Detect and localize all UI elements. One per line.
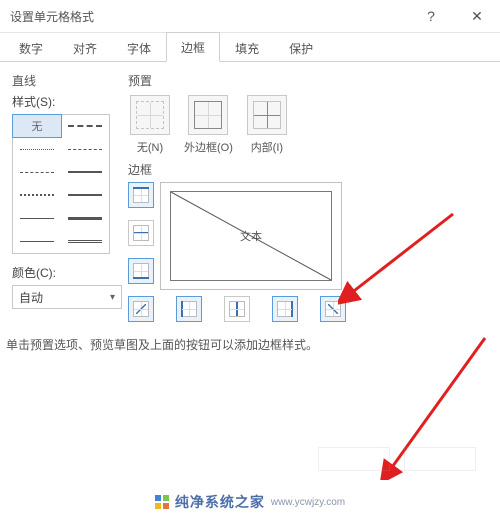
preset-inside-button[interactable] <box>247 95 287 135</box>
border-left-button[interactable] <box>176 296 202 322</box>
dialog-footer-buttons <box>318 447 476 471</box>
tab-protection[interactable]: 保护 <box>274 33 328 62</box>
line-style-solid[interactable] <box>13 230 61 252</box>
line-style-double[interactable] <box>61 230 109 252</box>
line-style-solid-med[interactable] <box>61 161 109 183</box>
tab-alignment[interactable]: 对齐 <box>58 33 112 62</box>
border-preview: 文本 <box>160 182 342 290</box>
line-style-none[interactable]: 无 <box>13 115 61 137</box>
border-diag-down-button[interactable] <box>320 296 346 322</box>
style-label: 样式(S): <box>12 93 112 110</box>
line-style-dotted[interactable] <box>13 138 61 160</box>
watermark: 纯净系统之家 www.ycwjzy.com <box>0 489 500 515</box>
border-group-title: 边框 <box>128 161 488 178</box>
preset-outline-label: 外边框(O) <box>184 139 233 155</box>
color-dropdown[interactable]: 自动 ▾ <box>12 285 122 309</box>
tab-fill[interactable]: 填充 <box>220 33 274 62</box>
preset-group-title: 预置 <box>128 72 488 89</box>
border-middle-v-button[interactable] <box>224 296 250 322</box>
line-style-solid-thin[interactable] <box>13 207 61 229</box>
line-style-none-label: 无 <box>32 118 43 134</box>
border-diag-up-button[interactable] <box>128 296 154 322</box>
watermark-url: www.ycwjzy.com <box>271 497 345 508</box>
line-style-list[interactable]: 无 <box>12 114 110 254</box>
line-style-dashdot[interactable] <box>61 138 109 160</box>
cancel-button[interactable] <box>404 447 476 471</box>
line-style-solid-thick[interactable] <box>61 207 109 229</box>
preset-outline-button[interactable] <box>188 95 228 135</box>
color-dropdown-value: 自动 <box>19 289 43 306</box>
line-style-dash-heavy[interactable] <box>61 115 109 137</box>
help-button[interactable]: ? <box>408 0 454 32</box>
line-style-dashed[interactable] <box>13 161 61 183</box>
line-style-dotted-2[interactable] <box>13 184 61 206</box>
border-top-button[interactable] <box>128 182 154 208</box>
border-middle-h-button[interactable] <box>128 220 154 246</box>
tab-number[interactable]: 数字 <box>4 33 58 62</box>
border-bottom-button[interactable] <box>128 258 154 284</box>
preview-text-label: 文本 <box>240 228 262 244</box>
tab-border[interactable]: 边框 <box>166 32 220 62</box>
tab-bar: 数字 对齐 字体 边框 填充 保护 <box>0 33 500 62</box>
watermark-text: 纯净系统之家 <box>175 492 265 512</box>
border-right-button[interactable] <box>272 296 298 322</box>
watermark-logo-icon <box>155 495 169 509</box>
ok-button[interactable] <box>318 447 390 471</box>
line-style-solid-heavy[interactable] <box>61 184 109 206</box>
dialog-title: 设置单元格格式 <box>10 8 408 25</box>
line-group-title: 直线 <box>12 72 112 89</box>
preset-none-button[interactable] <box>130 95 170 135</box>
tab-font[interactable]: 字体 <box>112 33 166 62</box>
preset-none-label: 无(N) <box>137 139 163 155</box>
close-button[interactable]: ✕ <box>454 0 500 32</box>
color-label: 颜色(C): <box>12 264 112 281</box>
help-text: 单击预置选项、预览草图及上面的按钮可以添加边框样式。 <box>0 322 500 353</box>
preset-inside-label: 内部(I) <box>251 139 283 155</box>
